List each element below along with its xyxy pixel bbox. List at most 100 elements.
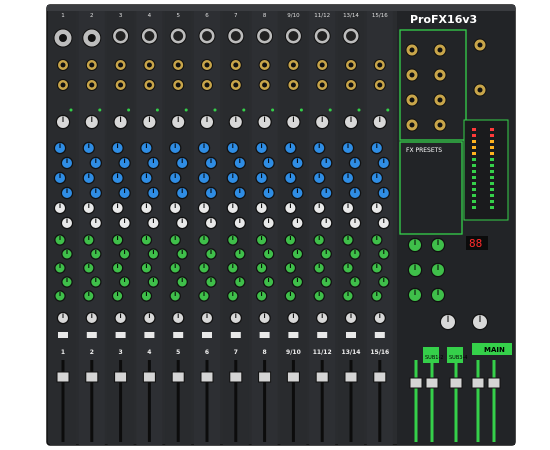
channel-strip-12: 15/16 15/16 (366, 11, 393, 445)
signal-led (271, 108, 275, 112)
master-fader-slot (414, 360, 418, 442)
mute-button[interactable] (115, 332, 126, 338)
jack-hole (89, 62, 95, 68)
fader-cap[interactable] (344, 371, 358, 383)
meter-led (490, 200, 494, 203)
mute-button[interactable] (86, 332, 97, 338)
meter-led (472, 152, 476, 155)
channel-strip-7: 77 (222, 11, 249, 445)
channel-bottom-label: 6 (205, 349, 209, 356)
channel-top-label: 11/12 (314, 13, 330, 19)
channel-bottom-label: 7 (234, 349, 238, 356)
master-fader-cap[interactable] (471, 377, 485, 389)
fader-cap[interactable] (286, 371, 300, 383)
jack-hole (437, 122, 443, 128)
meter-led (490, 146, 494, 149)
channel-bottom-label: 9/10 (286, 349, 301, 356)
fader-cap[interactable] (114, 371, 128, 383)
fader-cap[interactable] (229, 371, 243, 383)
jack-hole (204, 62, 210, 68)
fader-cap[interactable] (85, 371, 99, 383)
channel-strip-1: 11 (50, 11, 76, 445)
meter-led (490, 206, 494, 209)
jack-hole (290, 62, 296, 68)
jack-hole (60, 82, 66, 88)
jack-hole (175, 82, 181, 88)
signal-led (98, 108, 102, 112)
jack-hole (409, 72, 415, 78)
fader-cap[interactable] (200, 371, 214, 383)
mute-button[interactable] (58, 332, 68, 338)
signal-led (357, 108, 361, 112)
jack-hole (409, 47, 415, 53)
mute-button[interactable] (230, 332, 241, 338)
mute-button[interactable] (144, 332, 155, 338)
jack-hole (348, 82, 354, 88)
fader-cap[interactable] (142, 371, 156, 383)
master-fader-cap[interactable] (449, 377, 463, 389)
mute-button[interactable] (173, 332, 184, 338)
meter-led (472, 194, 476, 197)
meter-led (472, 188, 476, 191)
signal-led (155, 108, 159, 112)
mute-button[interactable] (374, 332, 385, 338)
jack-hole (288, 31, 299, 41)
jack-hole (377, 62, 383, 68)
fader-cap[interactable] (373, 371, 387, 383)
master-fader-cap[interactable] (425, 377, 439, 389)
channel-top-label: 2 (90, 13, 94, 19)
jack-hole (290, 82, 296, 88)
jack-hole (348, 62, 354, 68)
master-fader-slot (430, 360, 434, 442)
channel-top-label: 9/10 (287, 13, 300, 19)
jack-hole (115, 31, 126, 41)
fader-cap[interactable] (315, 371, 329, 383)
jack-hole (233, 62, 239, 68)
mute-button[interactable] (259, 332, 270, 338)
meter-led (472, 170, 476, 173)
meter-led (490, 140, 494, 143)
mute-button[interactable] (346, 332, 356, 338)
channel-bottom-label: 3 (119, 349, 123, 356)
fader-cap[interactable] (258, 371, 272, 383)
mute-button[interactable] (317, 332, 328, 338)
master-section: ProFX16v3 FX PRESETS 88 SUB1-2 SUB3-4 MA… (397, 11, 515, 445)
channel-top-label: 8 (263, 13, 267, 19)
signal-led (184, 108, 188, 112)
jack-hole (319, 82, 325, 88)
channel-bottom-label: 2 (90, 349, 94, 356)
jack-hole (346, 31, 356, 41)
master-fader-cap[interactable] (487, 377, 501, 389)
jack-hole (262, 62, 268, 68)
jack-hole (230, 31, 241, 41)
channel-top-label: 6 (205, 13, 209, 19)
jack-hole (409, 97, 415, 103)
meter-led (490, 176, 494, 179)
channel-bottom-label: 1 (61, 349, 65, 356)
meter-led (490, 164, 494, 167)
jack-hole (437, 47, 443, 53)
channel-strip-4: 44 (136, 11, 163, 445)
channel-strip-3: 33 (107, 11, 134, 445)
channel-top-label: 5 (176, 13, 180, 19)
master-fader-slot (476, 360, 480, 442)
meter-led (472, 134, 476, 137)
master-fader-cap[interactable] (409, 377, 423, 389)
jack-hole (59, 34, 67, 42)
fader-cap[interactable] (171, 371, 185, 383)
jack-hole (146, 82, 152, 88)
meter-led (490, 170, 494, 173)
jack-hole (319, 62, 325, 68)
meter-led (490, 128, 494, 131)
jack-hole (60, 62, 66, 68)
mute-button[interactable] (202, 332, 212, 338)
fader-cap[interactable] (56, 371, 70, 383)
meter-led (490, 182, 494, 185)
fx-presets-title: FX PRESETS (406, 147, 442, 154)
jack-hole (262, 82, 268, 88)
jack-hole (173, 31, 184, 41)
meter-led (490, 152, 494, 155)
meter-led (472, 128, 476, 131)
mute-button[interactable] (288, 332, 299, 338)
channel-top-label: 15/16 (372, 13, 388, 19)
